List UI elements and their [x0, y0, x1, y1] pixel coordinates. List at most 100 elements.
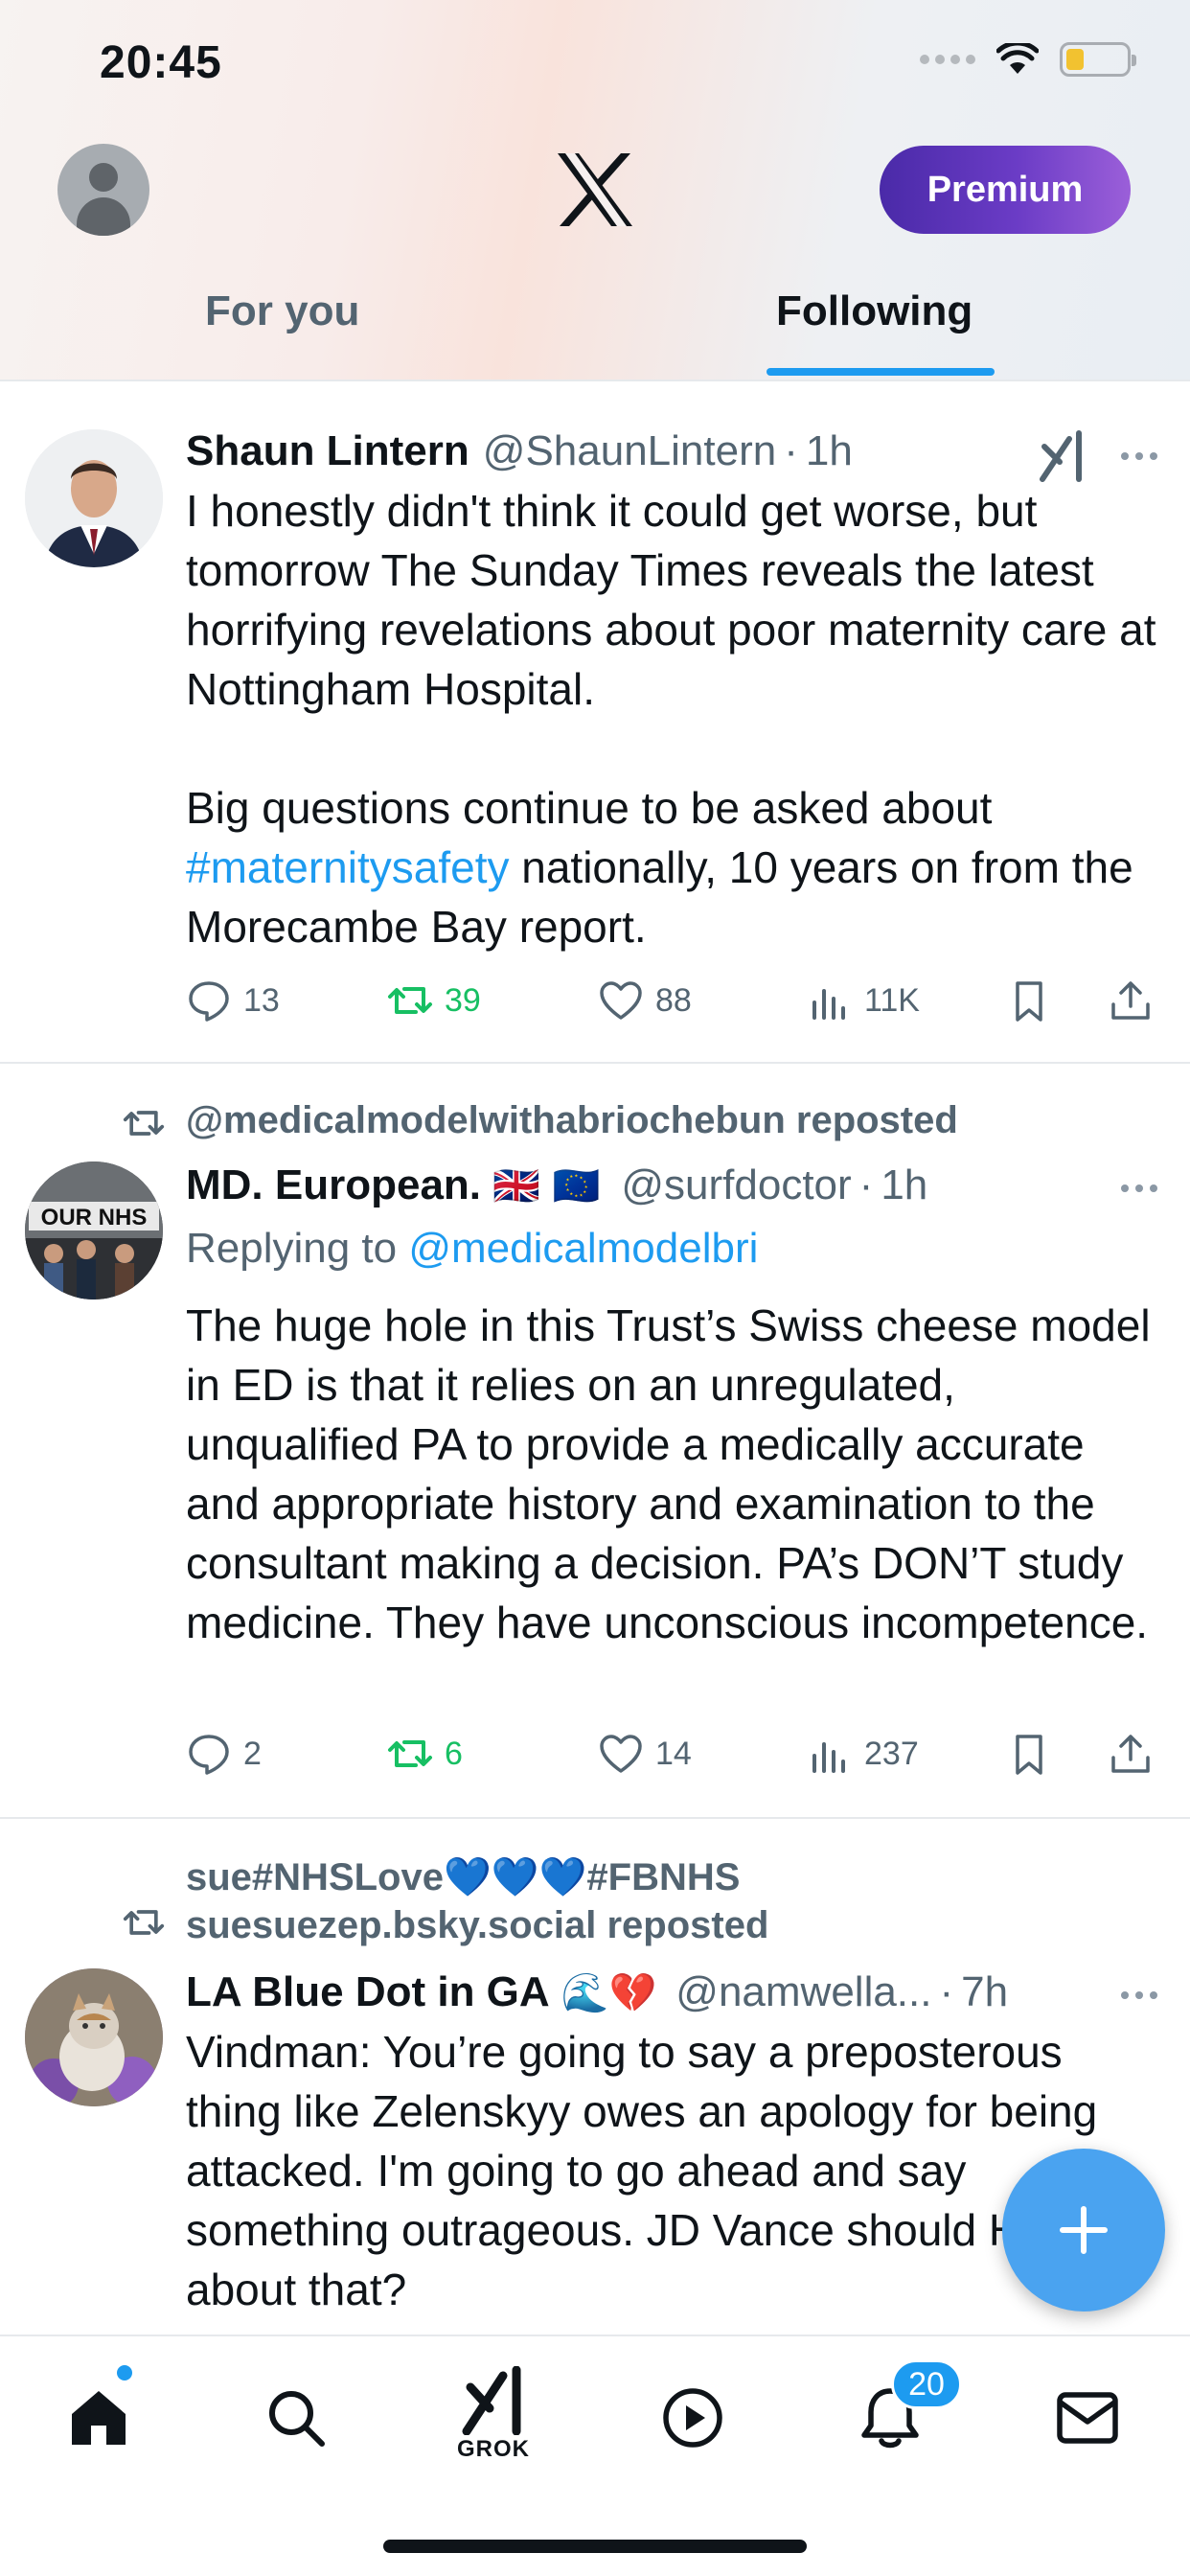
- tweet-card[interactable]: Shaun Lintern @ShaunLintern · 1h I hones…: [0, 393, 1190, 1064]
- views-chart-icon: [812, 989, 845, 1020]
- tab-for-you[interactable]: For you: [205, 288, 359, 335]
- play-circle-icon: [663, 2388, 722, 2448]
- view-count: 11K: [864, 981, 920, 1019]
- home-icon: [72, 2391, 126, 2445]
- bookmark-icon: [1016, 1735, 1042, 1775]
- battery-icon: [1060, 42, 1136, 77]
- repost-button[interactable]: 39: [387, 978, 481, 1024]
- repost-icon: [388, 987, 432, 1014]
- share-button[interactable]: [1108, 1731, 1154, 1777]
- plus-icon: [1060, 2206, 1108, 2254]
- reposted-by[interactable]: @medicalmodelwithabriochebun reposted: [186, 1096, 958, 1144]
- reposted-by-line: suesuezep.bsky.social reposted: [186, 1904, 769, 1946]
- top-header: 20:45 Premium For you Following: [0, 0, 1190, 381]
- author-handle[interactable]: @ShaunLintern: [483, 427, 776, 475]
- tweet-card[interactable]: @medicalmodelwithabriochebun reposted OU…: [0, 1066, 1190, 1819]
- author-emojis: 🌊💔: [561, 1971, 657, 2015]
- author-handle[interactable]: @surfdoctor: [621, 1162, 851, 1209]
- grok-icon: [462, 2366, 521, 2435]
- tweet-time[interactable]: 1h: [806, 427, 853, 475]
- x-logo-icon[interactable]: [554, 151, 636, 228]
- author-name[interactable]: LA Blue Dot in GA: [186, 1968, 550, 2016]
- separator-dot: ·: [784, 427, 798, 474]
- replying-to-mention[interactable]: @medicalmodelbri: [408, 1225, 758, 1272]
- tweet-actions: 2 6 14 237: [186, 1725, 1163, 1782]
- bookmark-icon: [1016, 981, 1042, 1022]
- compose-post-button[interactable]: [1002, 2149, 1165, 2312]
- tweet-header: MD. European. 🇬🇧 🇪🇺 @surfdoctor · 1h: [186, 1162, 927, 1209]
- views-button[interactable]: 237: [807, 1731, 919, 1777]
- repost-count: 6: [445, 1735, 463, 1772]
- hashtag-link[interactable]: #maternitysafety: [186, 842, 509, 892]
- like-count: 14: [655, 1735, 692, 1772]
- repost-icon: [388, 1740, 432, 1767]
- reply-icon: [189, 1735, 229, 1775]
- share-button[interactable]: [1108, 978, 1154, 1024]
- tweet-time[interactable]: 1h: [881, 1162, 927, 1209]
- cellular-signal-icon: [920, 55, 975, 64]
- flag-emojis: 🇬🇧 🇪🇺: [492, 1164, 601, 1208]
- tweet-text-segment: Big questions continue to be asked about: [186, 783, 993, 833]
- author-avatar[interactable]: OUR NHS: [25, 1162, 163, 1300]
- notifications-badge: 20: [891, 2359, 962, 2409]
- replying-to-prefix: Replying to: [186, 1225, 409, 1272]
- status-icons: [920, 42, 1136, 77]
- tweet-header: Shaun Lintern @ShaunLintern · 1h: [186, 427, 853, 475]
- tweet-header: LA Blue Dot in GA 🌊💔 @namwella... · 7h: [186, 1968, 1008, 2016]
- like-button[interactable]: 14: [598, 1731, 692, 1777]
- home-unread-dot: [117, 2365, 132, 2380]
- author-avatar[interactable]: [25, 429, 163, 567]
- nav-grok[interactable]: [450, 2358, 537, 2444]
- heart-icon: [600, 1735, 642, 1773]
- nav-home[interactable]: [56, 2375, 142, 2461]
- reposted-by[interactable]: sue#NHSLove💙💙💙#FBNHS suesuezep.bsky.soci…: [186, 1853, 768, 1949]
- author-name[interactable]: MD. European.: [186, 1162, 481, 1209]
- share-icon: [1111, 1735, 1150, 1773]
- tweet-paragraph: Big questions continue to be asked about…: [186, 778, 1163, 956]
- author-avatar[interactable]: [25, 1968, 163, 2106]
- separator-dot: ·: [939, 1968, 954, 2015]
- profile-avatar-button[interactable]: [57, 144, 149, 236]
- reply-count: 2: [243, 1735, 262, 1772]
- reposted-by-line: sue#NHSLove💙💙💙#FBNHS: [186, 1856, 741, 1898]
- mail-icon: [1057, 2392, 1118, 2444]
- views-button[interactable]: 11K: [807, 978, 920, 1024]
- search-icon: [269, 2391, 325, 2447]
- status-time: 20:45: [100, 37, 222, 88]
- repost-count: 39: [445, 981, 481, 1019]
- premium-button[interactable]: Premium: [880, 146, 1131, 234]
- avatar-banner-text: OUR NHS: [41, 1205, 148, 1230]
- active-tab-indicator: [767, 368, 995, 376]
- reposted-indicator-icon: [123, 1111, 165, 1136]
- bookmark-button[interactable]: [1006, 1731, 1052, 1777]
- nav-messages[interactable]: [1044, 2375, 1131, 2461]
- grok-label: GROK: [457, 2436, 530, 2462]
- reposted-indicator-icon: [123, 1910, 165, 1935]
- reply-icon: [189, 981, 229, 1022]
- like-count: 88: [655, 981, 692, 1019]
- tweet-text: I honestly didn't think it could get wor…: [186, 481, 1163, 956]
- repost-button[interactable]: 6: [387, 1731, 463, 1777]
- bookmark-button[interactable]: [1006, 978, 1052, 1024]
- tweet-time[interactable]: 7h: [961, 1968, 1008, 2016]
- tweet-actions: 13 39 88 11K: [186, 972, 1163, 1029]
- nav-search[interactable]: [253, 2375, 339, 2461]
- more-options-icon[interactable]: [1121, 1991, 1157, 1999]
- reply-button[interactable]: 2: [186, 1731, 262, 1777]
- wifi-icon: [996, 43, 1039, 74]
- home-indicator[interactable]: [383, 2540, 807, 2553]
- like-button[interactable]: 88: [598, 978, 692, 1024]
- author-name[interactable]: Shaun Lintern: [186, 427, 469, 475]
- more-options-icon[interactable]: [1121, 1184, 1157, 1192]
- reply-button[interactable]: 13: [186, 978, 280, 1024]
- tweet-paragraph: I honestly didn't think it could get wor…: [186, 486, 1156, 714]
- nav-video[interactable]: [650, 2375, 736, 2461]
- reply-count: 13: [243, 981, 280, 1019]
- heart-icon: [600, 981, 642, 1020]
- tab-following[interactable]: Following: [776, 288, 973, 335]
- more-options-icon[interactable]: [1121, 452, 1157, 460]
- grok-icon[interactable]: [1037, 429, 1087, 483]
- views-chart-icon: [812, 1742, 845, 1773]
- replying-to-line: Replying to @medicalmodelbri: [186, 1225, 758, 1273]
- author-handle[interactable]: @namwella...: [675, 1968, 931, 2016]
